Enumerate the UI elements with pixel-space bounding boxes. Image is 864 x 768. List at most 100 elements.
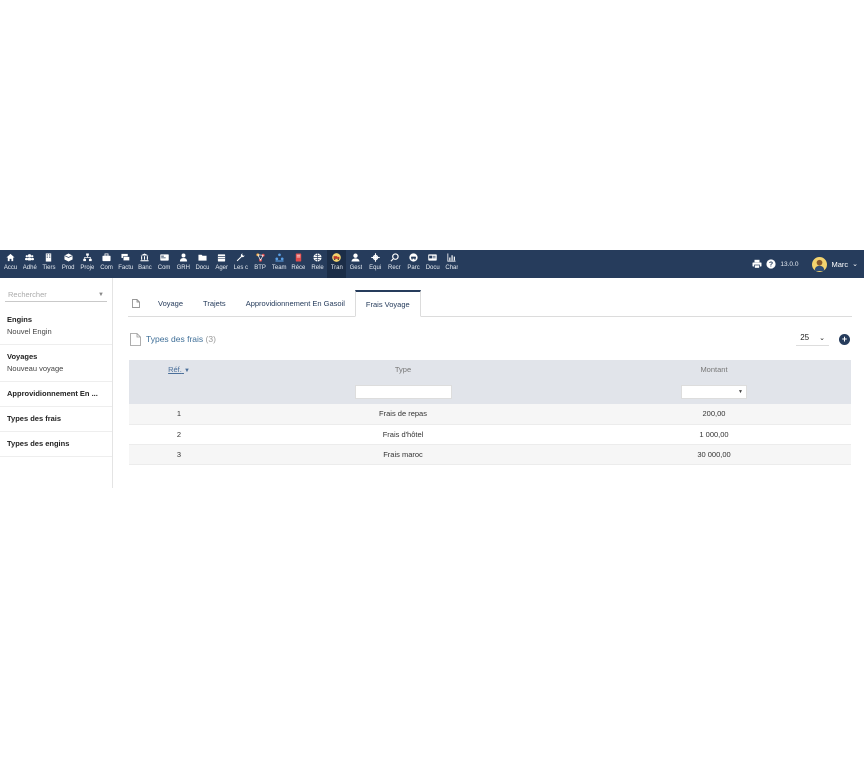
menu-item-tiers[interactable]: Tiers (39, 250, 58, 278)
page-size-value: 25 (800, 333, 810, 342)
menu-label: GRH (176, 265, 190, 271)
main-content: Voyage Trajets Approvidionnement En Gaso… (128, 290, 852, 465)
plus-icon: + (841, 333, 848, 344)
menu-item-produits[interactable]: Prod (59, 250, 78, 278)
montant-filter-select[interactable]: ▼ (681, 384, 747, 399)
menu-label: Accu (3, 265, 18, 271)
list-title-text: Types des frais (146, 334, 204, 344)
topbar-right: ? 13.0.0 Marc ⌄ (752, 250, 864, 278)
tab-approvisionnement[interactable]: Approvidionnement En Gasoil (236, 290, 355, 316)
briefcase-icon (102, 253, 111, 262)
menu-item-parc[interactable]: Parc (404, 250, 423, 278)
cell-ref[interactable]: 3 (129, 444, 229, 464)
menu-label: BTP (254, 265, 266, 271)
menu-label: Proje (80, 265, 95, 271)
cell-ref[interactable]: 1 (129, 404, 229, 424)
avatar[interactable] (812, 256, 828, 272)
tab-voyage[interactable]: Voyage (148, 290, 193, 316)
team-icon (275, 253, 284, 262)
menu-label: Banc (138, 265, 152, 271)
search-select[interactable]: Rechercher ▼ (5, 288, 107, 302)
menu-label: Gest (349, 265, 363, 271)
sidebar-block-types-frais: Types des frais (0, 407, 112, 432)
menu-label: Recr (388, 265, 401, 271)
building-icon (46, 253, 52, 262)
menu-label: Docu (195, 265, 210, 271)
menu-item-gestion[interactable]: Gest (346, 250, 365, 278)
menu-item-projets[interactable]: Proje (78, 250, 97, 278)
menu-label: Les c (233, 265, 249, 271)
sidebar-link-types-engins[interactable]: Types des engins (7, 438, 105, 450)
menu-item-documents[interactable]: Docu (193, 250, 212, 278)
add-button[interactable]: + (839, 333, 850, 345)
cell-ref[interactable]: 2 (129, 424, 229, 444)
menu-item-reception[interactable]: Réce (289, 250, 308, 278)
menu-label: Rele (311, 265, 324, 271)
sidebar-link-nouveau-voyage[interactable]: Nouveau voyage (7, 363, 105, 375)
menu-label: Team (271, 265, 287, 271)
user-name[interactable]: Marc (831, 260, 848, 269)
receipt-icon (295, 253, 302, 262)
menu-item-facturation[interactable]: Factu (116, 250, 135, 278)
menu-label: Adhé (22, 265, 37, 271)
tab-trajets[interactable]: Trajets (193, 290, 236, 316)
car-icon (409, 253, 418, 262)
menu-item-compta[interactable]: Com (155, 250, 174, 278)
menu-item-grh[interactable]: GRH (174, 250, 193, 278)
person-icon (351, 253, 361, 262)
menu-item-documents-2[interactable]: Docu (423, 250, 442, 278)
sidebar-link-types-frais[interactable]: Types des frais (7, 413, 105, 425)
tab-frais-voyage[interactable]: Frais Voyage (354, 290, 421, 317)
menu-item-transport[interactable]: Tran (327, 250, 347, 278)
menu-item-commercial[interactable]: Com (97, 250, 116, 278)
sidebar-link-approvisionnement[interactable]: Approvidionnement En ... (7, 388, 105, 400)
users-icon (25, 254, 35, 261)
list-count: (3) (205, 334, 216, 344)
sidebar-link-engins[interactable]: Engins (7, 314, 105, 326)
page-size-select[interactable]: 25 ⌄ (796, 332, 829, 346)
filter-cell-ref (129, 379, 229, 404)
help-icon[interactable]: ? (766, 259, 776, 269)
menu-item-outils[interactable]: Les c (231, 250, 250, 278)
sitemap-icon (83, 253, 92, 262)
menu-item-btp[interactable]: BTP (250, 250, 269, 278)
menu-item-accueil[interactable]: Accu (1, 250, 20, 278)
menu-item-charts[interactable]: Char (442, 250, 461, 278)
tab-bar: Voyage Trajets Approvidionnement En Gaso… (128, 290, 852, 317)
list-title: Types des frais (3) (146, 334, 216, 344)
sidebar-block-engins: Engins Nouvel Engin (0, 308, 112, 345)
table-row[interactable]: 2 Frais d'hôtel 1 000,00 (129, 424, 851, 444)
bank-icon (140, 253, 149, 262)
wrench-icon (237, 253, 245, 262)
filter-cell-montant: ▼ (577, 379, 851, 404)
chevron-down-icon[interactable]: ⌄ (852, 260, 858, 268)
menu-item-team[interactable]: Team (270, 250, 289, 278)
table-header-row: Réf. ▼ Type Montant (129, 360, 851, 379)
cell-type: Frais d'hôtel (382, 429, 424, 439)
table-row[interactable]: 3 Frais maroc 30 000,00 (129, 444, 851, 464)
menu-item-agenda[interactable]: Ager (212, 250, 231, 278)
column-header-montant[interactable]: Montant (577, 360, 851, 379)
type-filter-input[interactable] (354, 384, 452, 399)
menu-item-equipement[interactable]: Équi (366, 250, 385, 278)
menu-item-recrutement[interactable]: Recr (385, 250, 404, 278)
column-header-type[interactable]: Type (229, 360, 577, 379)
caret-down-icon: ▼ (98, 291, 104, 298)
cell-montant: 200,00 (702, 409, 726, 419)
chart-icon (447, 253, 456, 262)
tab-card[interactable] (128, 290, 148, 316)
svg-text:?: ? (769, 262, 773, 269)
menu-item-releve[interactable]: Rele (308, 250, 327, 278)
menu-item-adherents[interactable]: Adhé (20, 250, 39, 278)
menu-label: Docu (425, 265, 440, 271)
list-header: Types des frais (3) 25 ⌄ + (128, 331, 852, 347)
caret-down-icon: ▼ (738, 388, 743, 395)
sidebar-link-voyages[interactable]: Voyages (7, 351, 105, 363)
document-icon (132, 298, 140, 308)
printer-icon[interactable] (752, 259, 762, 269)
menu-item-banque[interactable]: Banc (135, 250, 154, 278)
sidebar-link-nouvel-engin[interactable]: Nouvel Engin (7, 326, 105, 338)
column-header-ref[interactable]: Réf. ▼ (129, 360, 229, 379)
table-row[interactable]: 1 Frais de repas 200,00 (129, 404, 851, 424)
home-icon (6, 253, 15, 262)
